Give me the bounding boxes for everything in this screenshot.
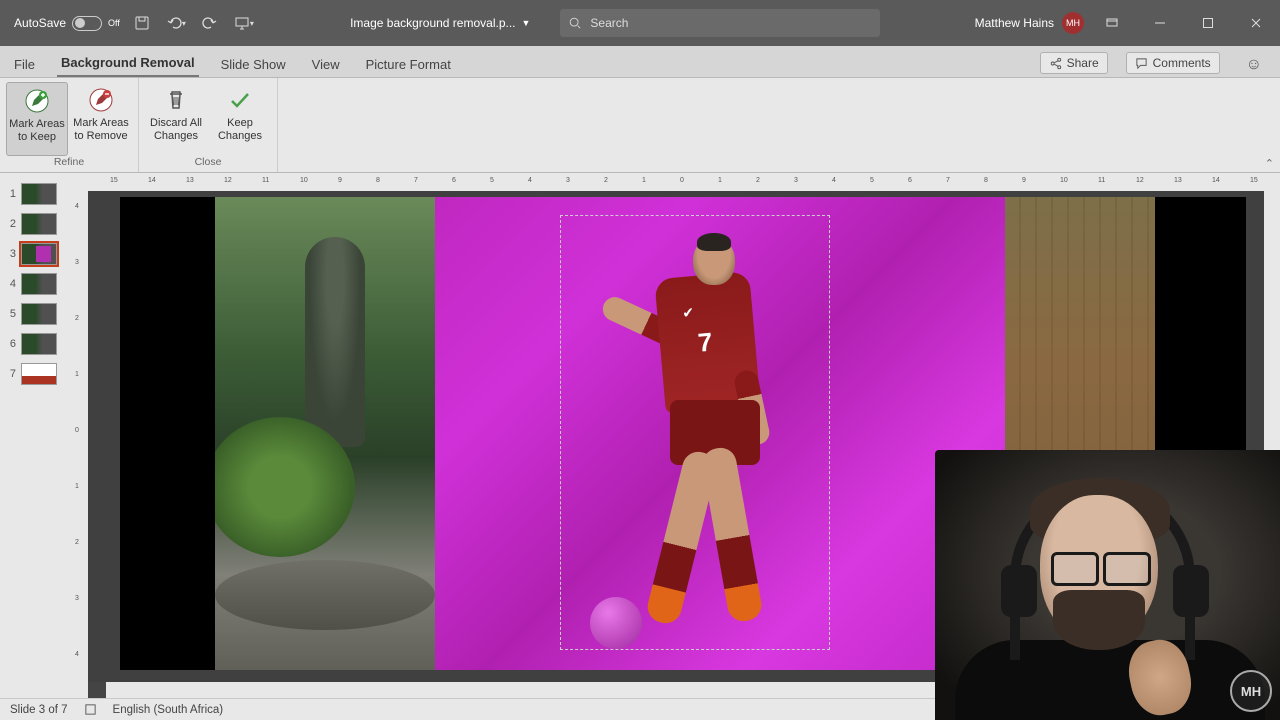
thumbnail-1[interactable] bbox=[21, 183, 57, 205]
tab-background-removal[interactable]: Background Removal bbox=[57, 49, 199, 77]
trash-icon bbox=[162, 86, 190, 114]
mark-areas-remove-button[interactable]: Mark Areasto Remove bbox=[70, 82, 132, 156]
search-input[interactable]: Search bbox=[560, 9, 880, 37]
collapse-ribbon-icon[interactable]: ⌃ bbox=[1265, 157, 1274, 170]
slide-counter[interactable]: Slide 3 of 7 bbox=[10, 704, 68, 716]
comments-button[interactable]: Comments bbox=[1126, 52, 1220, 74]
title-bar: AutoSave Off ▾ ▾ Image background remova… bbox=[0, 0, 1280, 46]
webcam-overlay: MH bbox=[935, 450, 1280, 720]
horizontal-ruler: 1514131211109876543210123456789101112131… bbox=[88, 173, 1280, 191]
present-icon[interactable]: ▾ bbox=[232, 11, 256, 35]
minimize-icon[interactable] bbox=[1140, 8, 1180, 38]
close-icon[interactable] bbox=[1236, 8, 1276, 38]
ribbon-display-icon[interactable] bbox=[1092, 8, 1132, 38]
ribbon-tabs: File Background Removal Slide Show View … bbox=[0, 46, 1280, 78]
tab-slide-show[interactable]: Slide Show bbox=[217, 51, 290, 77]
language-status[interactable]: English (South Africa) bbox=[113, 704, 224, 716]
user-name[interactable]: Matthew Hains bbox=[975, 16, 1054, 30]
thumbnail-2[interactable] bbox=[21, 213, 57, 235]
thumbnail-5[interactable] bbox=[21, 303, 57, 325]
ribbon-group-refine: Mark Areasto Keep Mark Areasto Remove Re… bbox=[0, 78, 139, 172]
search-icon bbox=[568, 16, 582, 30]
thumbnail-6[interactable] bbox=[21, 333, 57, 355]
maximize-icon[interactable] bbox=[1188, 8, 1228, 38]
slide-thumbnails: 1 2 3 4 5 6 7 bbox=[0, 173, 70, 698]
vertical-ruler: 432101234 bbox=[70, 173, 88, 698]
image-selection-box[interactable] bbox=[560, 215, 830, 650]
ribbon: Mark Areasto Keep Mark Areasto Remove Re… bbox=[0, 78, 1280, 173]
group-label-close: Close bbox=[195, 156, 222, 170]
presenter-logo: MH bbox=[1230, 670, 1272, 712]
accessibility-icon[interactable] bbox=[84, 703, 97, 716]
discard-changes-button[interactable]: Discard AllChanges bbox=[145, 82, 207, 156]
mark-areas-keep-button[interactable]: Mark Areasto Keep bbox=[6, 82, 68, 156]
checkmark-icon bbox=[226, 86, 254, 114]
keep-changes-button[interactable]: KeepChanges bbox=[209, 82, 271, 156]
tab-file[interactable]: File bbox=[10, 51, 39, 77]
share-button[interactable]: Share bbox=[1040, 52, 1108, 74]
document-title[interactable]: Image background removal.p...▼ bbox=[350, 16, 530, 30]
redo-icon[interactable] bbox=[198, 11, 222, 35]
thumbnail-3[interactable] bbox=[21, 243, 57, 265]
undo-icon[interactable]: ▾ bbox=[164, 11, 188, 35]
ribbon-group-close: Discard AllChanges KeepChanges Close bbox=[139, 78, 278, 172]
tab-view[interactable]: View bbox=[308, 51, 344, 77]
save-icon[interactable] bbox=[130, 11, 154, 35]
user-avatar[interactable]: MH bbox=[1062, 12, 1084, 34]
group-label-refine: Refine bbox=[54, 156, 84, 170]
pencil-plus-icon bbox=[23, 87, 51, 115]
thumbnail-4[interactable] bbox=[21, 273, 57, 295]
autosave-toggle[interactable]: AutoSave Off bbox=[14, 16, 120, 31]
tab-picture-format[interactable]: Picture Format bbox=[362, 51, 455, 77]
background-garden-left bbox=[215, 197, 435, 670]
thumbnail-7[interactable] bbox=[21, 363, 57, 385]
pencil-minus-icon bbox=[87, 86, 115, 114]
feedback-icon[interactable]: ☺ bbox=[1238, 56, 1270, 77]
